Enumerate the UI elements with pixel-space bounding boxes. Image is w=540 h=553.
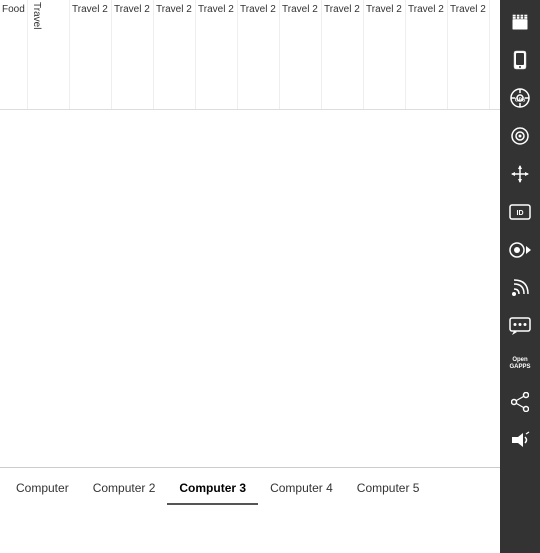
col-travel-2a: Travel 2 — [70, 0, 112, 109]
right-sidebar: GPS ID — [500, 0, 540, 553]
col-travel-2f: Travel 2 — [280, 0, 322, 109]
gps-icon[interactable]: GPS — [502, 80, 538, 116]
col-travel-2g: Travel 2 — [322, 0, 364, 109]
col-travel-2b: Travel 2 — [112, 0, 154, 109]
col-travel-2i: Travel 2 — [406, 0, 448, 109]
chat-icon[interactable] — [502, 308, 538, 344]
svg-text:GPS: GPS — [515, 98, 526, 104]
sheet-tabs: Computer Computer 2 Computer 3 Computer … — [0, 467, 500, 510]
clapper-icon[interactable] — [502, 4, 538, 40]
content-area — [0, 110, 500, 480]
tab-computer3[interactable]: Computer 3 — [167, 473, 258, 505]
rss-icon[interactable] — [502, 270, 538, 306]
col-travel-abbr: Travel — [28, 0, 70, 109]
column-headers: Food Travel Travel 2 Travel 2 Travel 2 T… — [0, 0, 500, 110]
webcam-icon[interactable] — [502, 118, 538, 154]
tab-computer5[interactable]: Computer 5 — [345, 473, 432, 505]
phone-icon[interactable] — [502, 42, 538, 78]
col-travel-2h: Travel 2 — [364, 0, 406, 109]
volume-icon[interactable] — [502, 422, 538, 458]
tab-computer2[interactable]: Computer 2 — [81, 473, 168, 505]
open-gapps-icon[interactable]: OpenGAPPS — [502, 346, 538, 382]
id-card-icon[interactable]: ID — [502, 194, 538, 230]
record-icon[interactable] — [502, 232, 538, 268]
move-icon[interactable] — [502, 156, 538, 192]
tab-computer[interactable]: Computer — [4, 473, 81, 505]
col-travel-2j: Travel 2 — [448, 0, 490, 109]
svg-text:ID: ID — [517, 210, 524, 217]
tab-computer4[interactable]: Computer 4 — [258, 473, 345, 505]
share-icon[interactable] — [502, 384, 538, 420]
col-food: Food — [0, 0, 28, 109]
col-travel-2e: Travel 2 — [238, 0, 280, 109]
col-travel-2c: Travel 2 — [154, 0, 196, 109]
main-content: Food Travel Travel 2 Travel 2 Travel 2 T… — [0, 0, 500, 510]
col-travel-2d: Travel 2 — [196, 0, 238, 109]
